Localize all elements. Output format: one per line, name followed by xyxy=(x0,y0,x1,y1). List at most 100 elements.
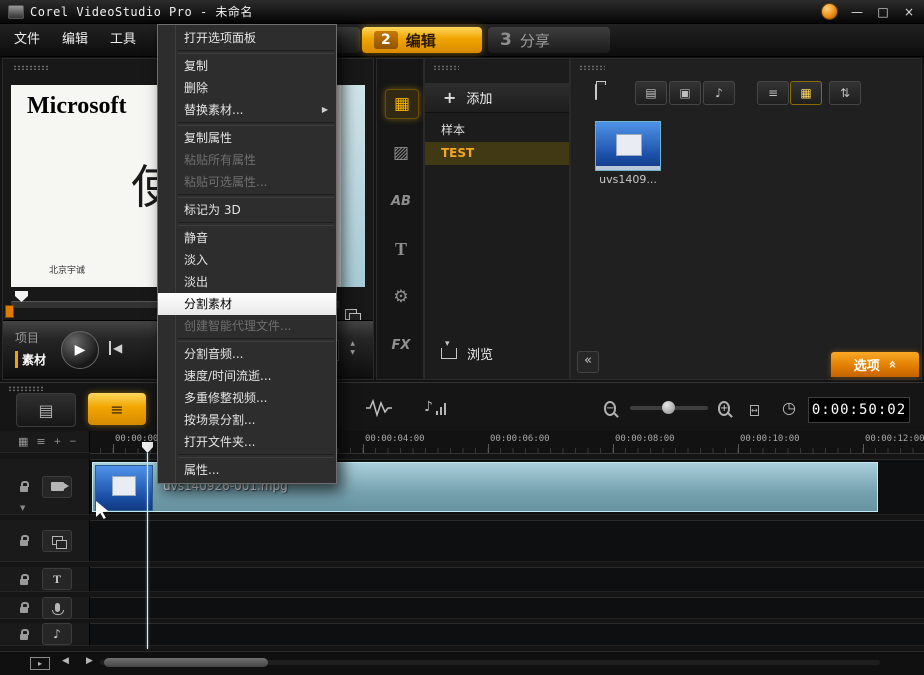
context-menu-item-mute[interactable]: 静音 xyxy=(158,227,336,249)
context-menu-item-split-by-scene[interactable]: 按场景分割... xyxy=(158,409,336,431)
filter-fx-icon[interactable]: FX xyxy=(385,331,417,359)
panel-grip xyxy=(433,65,459,70)
track-manager-icon[interactable]: ▦ xyxy=(18,435,28,448)
grid-view-button[interactable]: ▦ xyxy=(790,81,822,105)
context-menu-item-delete[interactable]: 删除 xyxy=(158,77,336,99)
spinner-down-icon[interactable]: ▼ xyxy=(350,349,355,357)
overlay-track[interactable] xyxy=(90,520,924,562)
title-track-button[interactable]: T xyxy=(42,568,72,590)
add-folder-bar[interactable]: + 添加 xyxy=(425,83,569,113)
microphone-icon xyxy=(55,603,60,612)
list-view-button[interactable]: ≡ xyxy=(757,81,789,105)
zoom-out-icon: − xyxy=(604,401,616,416)
track-caret-icon[interactable]: ▼ xyxy=(20,504,25,512)
context-menu-item-open-options-panel[interactable]: 打开选项面板 xyxy=(158,27,336,49)
instant-project-icon[interactable]: ▨ xyxy=(385,139,417,167)
folder-item-samples[interactable]: 样本 xyxy=(425,119,569,142)
context-menu-item-replace-clip[interactable]: 替换素材...▶ xyxy=(158,99,336,121)
step-tab-share[interactable]: 3 分享 xyxy=(488,27,610,53)
collapse-panel-button[interactable]: « xyxy=(577,351,599,373)
duration-clock-button[interactable]: ◷ xyxy=(782,398,796,417)
menu-file[interactable]: 文件 xyxy=(0,24,54,56)
context-menu-item-copy[interactable]: 复制 xyxy=(158,55,336,77)
browse-button[interactable]: 浏览 xyxy=(425,339,569,367)
scroll-left-icon: ◀ xyxy=(62,656,69,666)
graphic-library-icon[interactable]: ⚙ xyxy=(385,283,417,311)
step-tab-edit[interactable]: 2 编辑 xyxy=(362,27,482,53)
spinner-up-icon[interactable]: ▲ xyxy=(350,340,355,348)
zoom-out-button[interactable]: − xyxy=(604,400,616,414)
panel-grip xyxy=(8,386,44,391)
mode-clip-label[interactable]: 素材 xyxy=(15,351,46,368)
sort-button[interactable]: ⇅ xyxy=(829,81,861,105)
lock-icon[interactable] xyxy=(20,579,28,585)
filter-photo-button[interactable]: ▣ xyxy=(669,81,701,105)
audio-waveform-icon[interactable] xyxy=(366,399,392,420)
context-menu-item-split-clip[interactable]: 分割素材 xyxy=(158,293,336,315)
zoom-slider-handle[interactable] xyxy=(662,401,675,414)
scrollbar-thumb[interactable] xyxy=(104,658,268,667)
panel-grip xyxy=(13,65,49,70)
menu-item-label: 标记为 3D xyxy=(184,203,241,217)
browse-icon xyxy=(441,348,457,359)
context-menu-item-properties[interactable]: 属性... xyxy=(158,459,336,481)
title-library-icon[interactable]: T xyxy=(385,235,417,263)
menu-edit[interactable]: 编辑 xyxy=(48,24,102,56)
storyboard-view-button[interactable]: ▤ xyxy=(16,393,76,427)
jump-start-icon: ◀ xyxy=(113,341,122,355)
music-track[interactable] xyxy=(90,623,924,646)
maximize-button[interactable]: □ xyxy=(876,5,890,19)
scroll-right-button[interactable]: ▶ xyxy=(86,656,93,666)
music-track-button[interactable]: ♪ xyxy=(42,623,72,645)
context-menu-item-multi-trim-video[interactable]: 多重修整视频... xyxy=(158,387,336,409)
menu-tools[interactable]: 工具 xyxy=(96,24,150,56)
folder-item-test[interactable]: TEST xyxy=(425,142,569,165)
context-menu-item-copy-attributes[interactable]: 复制属性 xyxy=(158,127,336,149)
storyboard-icon: ▤ xyxy=(38,401,53,420)
options-button[interactable]: 选项 « xyxy=(831,352,919,377)
video-track-button[interactable] xyxy=(42,476,72,498)
context-menu-item-fade-out[interactable]: 淡出 xyxy=(158,271,336,293)
panel-grip xyxy=(579,65,605,70)
enlarge-preview-icon[interactable] xyxy=(345,309,357,320)
close-button[interactable]: × xyxy=(902,5,916,19)
lock-icon[interactable] xyxy=(20,540,28,546)
corel-guide-icon[interactable] xyxy=(821,3,838,20)
scroll-left-button[interactable]: ◀ xyxy=(62,656,69,666)
timeline-view-button[interactable]: ≡ xyxy=(88,393,146,425)
transition-ab-icon[interactable]: AB xyxy=(385,187,417,215)
fit-project-button[interactable]: ↔ xyxy=(750,402,759,416)
trim-start-handle[interactable] xyxy=(5,305,14,318)
media-library-icon[interactable]: ▦ xyxy=(385,89,419,119)
zoom-in-button[interactable]: + xyxy=(718,400,730,414)
add-track-icon[interactable]: + xyxy=(54,437,62,447)
step-label: 编辑 xyxy=(406,30,436,51)
voice-track-button[interactable] xyxy=(42,597,72,619)
track-list-icon[interactable]: ≡ xyxy=(36,435,45,448)
lock-icon[interactable] xyxy=(20,486,28,492)
filter-audio-button[interactable]: ♪ xyxy=(703,81,735,105)
remove-track-icon[interactable]: − xyxy=(69,437,77,447)
overlay-track-button[interactable] xyxy=(42,530,72,552)
title-track[interactable] xyxy=(90,567,924,592)
timecode-spinner[interactable]: ▲ ▼ xyxy=(350,340,355,357)
context-menu-item-fade-in[interactable]: 淡入 xyxy=(158,249,336,271)
menu-item-label: 复制属性 xyxy=(184,131,232,145)
open-folder-icon[interactable] xyxy=(595,85,597,99)
media-thumbnail[interactable] xyxy=(595,121,661,171)
play-button[interactable]: ▶ xyxy=(61,331,99,369)
context-menu-item-split-audio[interactable]: 分割音频... xyxy=(158,343,336,365)
home-button[interactable]: ◀ xyxy=(109,341,122,355)
playhead-line[interactable] xyxy=(147,453,148,649)
context-menu-item-speed-timelapse[interactable]: 速度/时间流逝... xyxy=(158,365,336,387)
minimize-button[interactable]: — xyxy=(850,5,864,19)
mode-project-label[interactable]: 项目 xyxy=(15,329,39,346)
context-menu-item-mark-as-3d[interactable]: 标记为 3D xyxy=(158,199,336,221)
voice-track[interactable] xyxy=(90,597,924,619)
lock-icon[interactable] xyxy=(20,634,28,640)
auto-scroll-icon[interactable]: ▸ xyxy=(30,657,50,670)
lock-icon[interactable] xyxy=(20,607,28,613)
filter-video-button[interactable]: ▤ xyxy=(635,81,667,105)
context-menu-item-open-folder[interactable]: 打开文件夹... xyxy=(158,431,336,453)
sound-mixer-icon[interactable]: ♪ xyxy=(424,399,446,415)
